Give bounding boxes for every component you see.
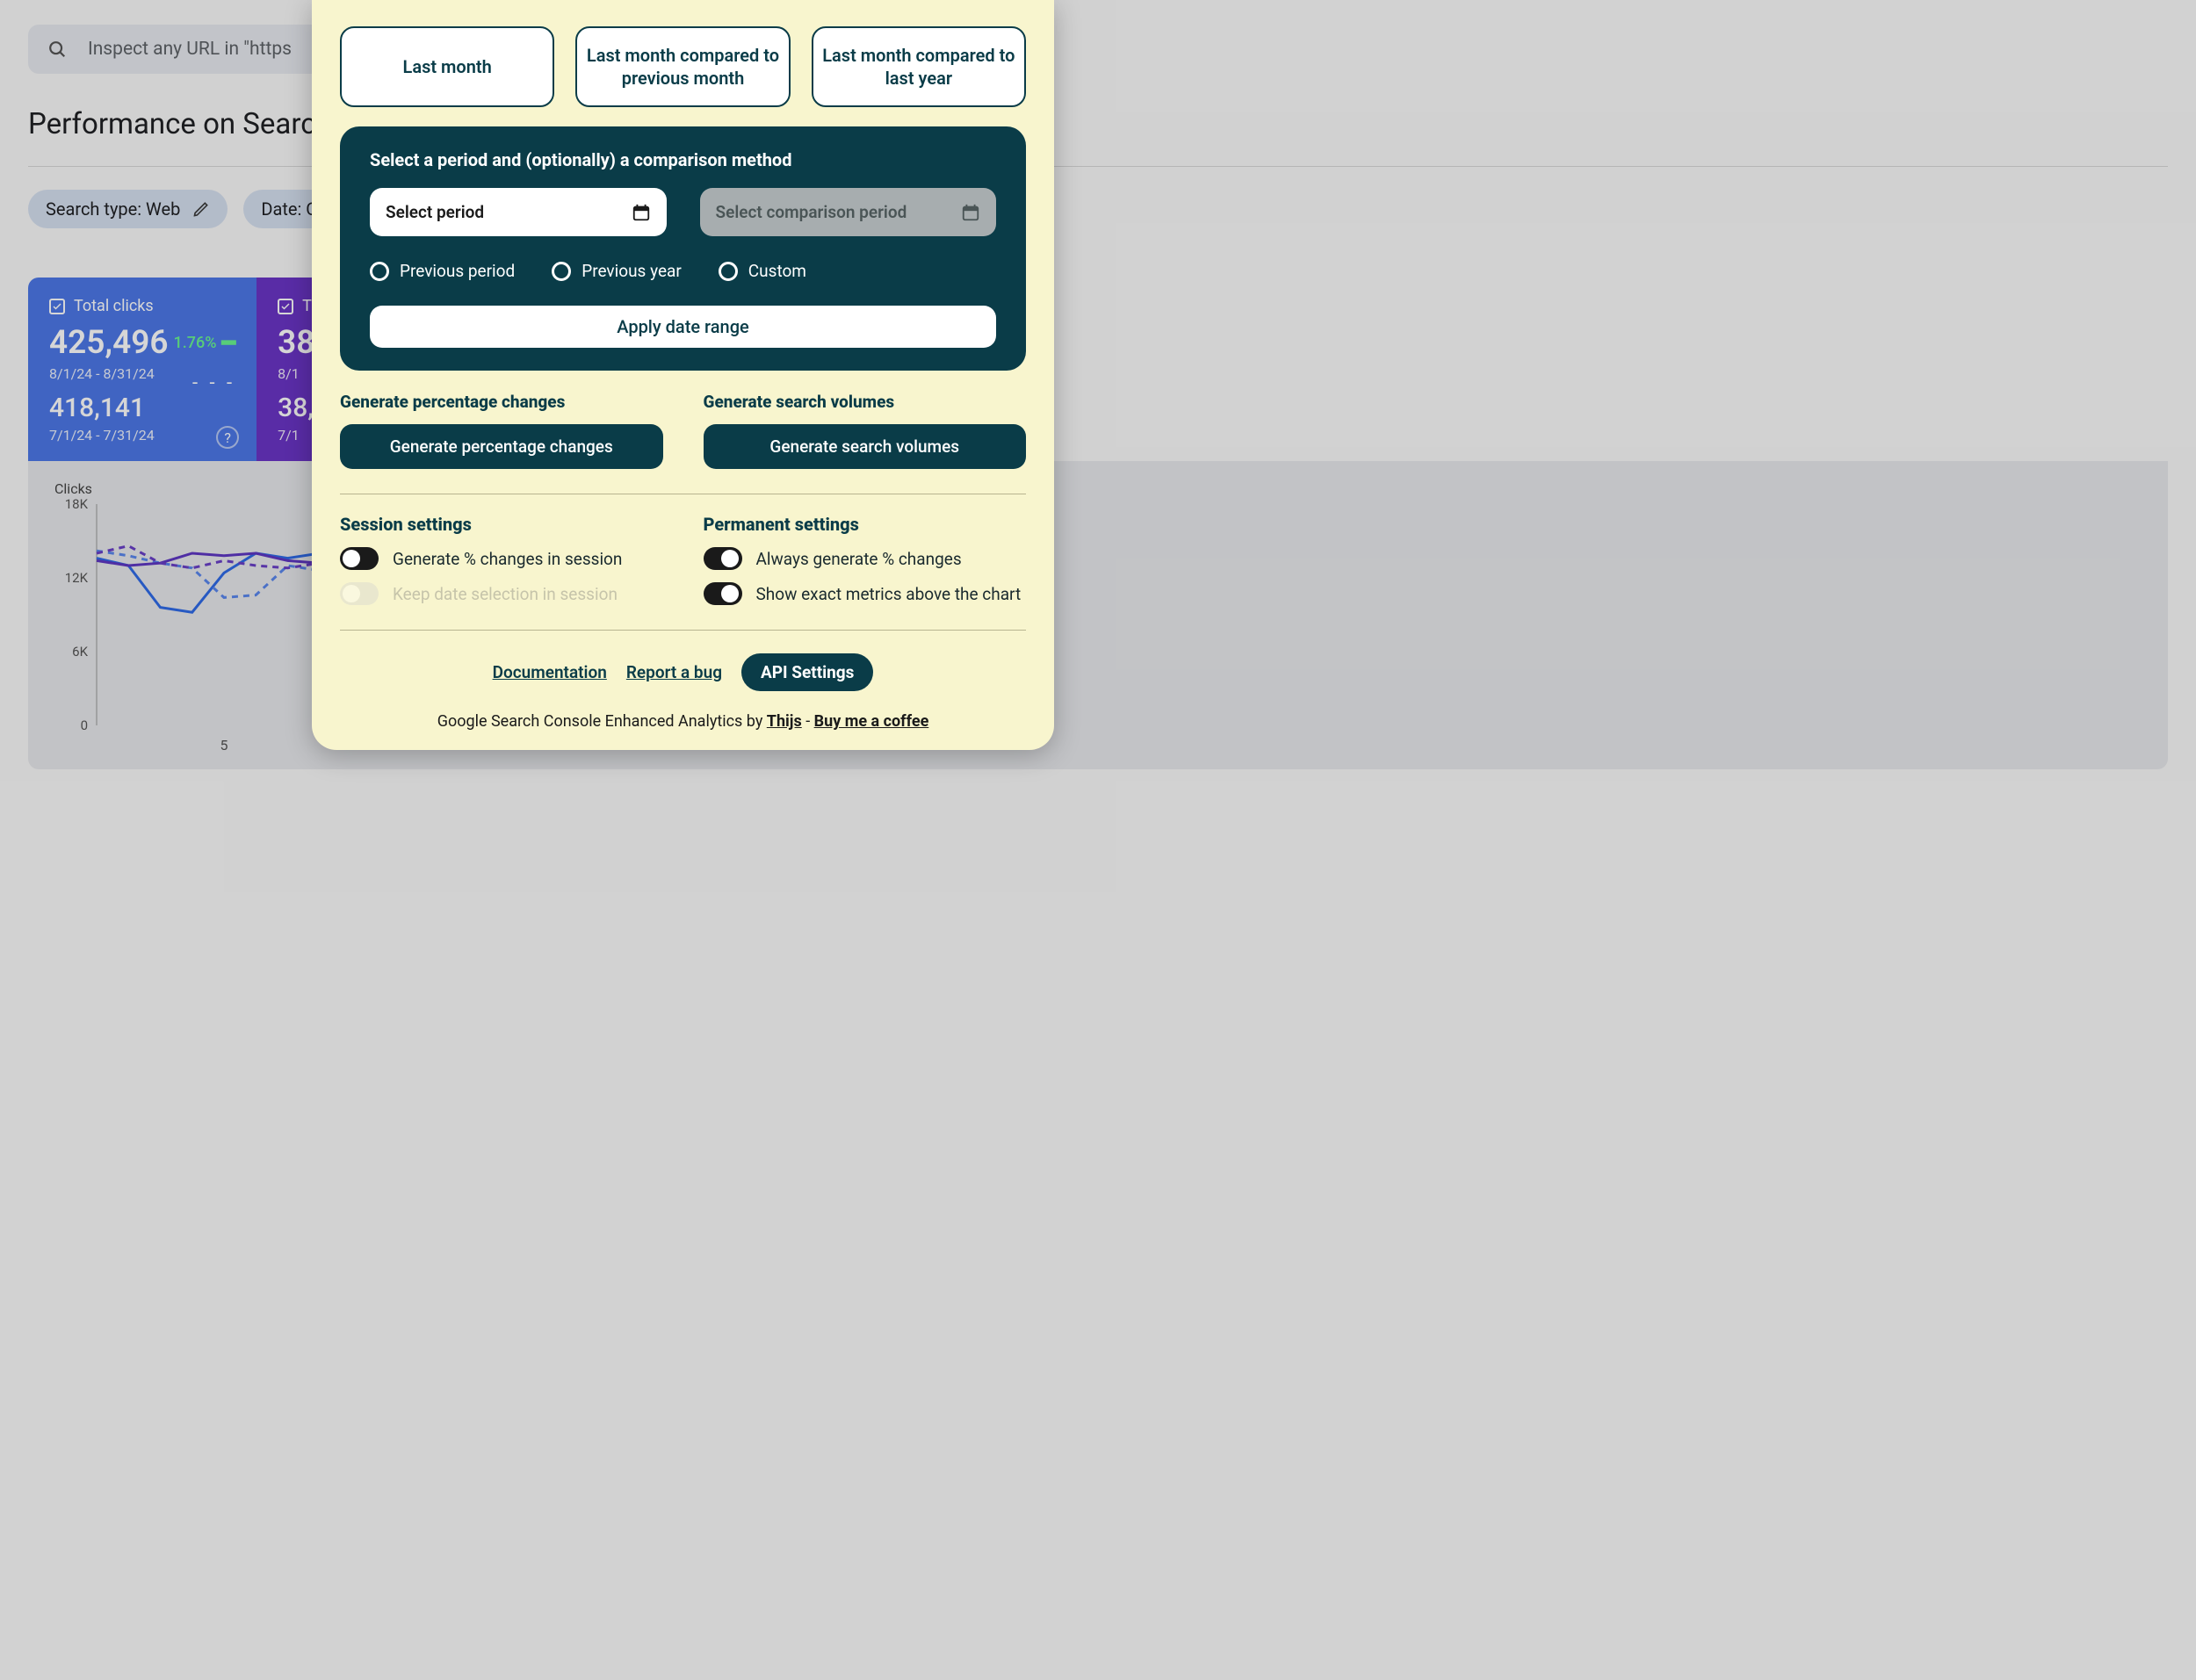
period-picker[interactable]: Select period: [370, 188, 667, 236]
line-chart: 0 6K 12K 18K 5: [54, 497, 353, 761]
radio-prev-year[interactable]: Previous year: [552, 261, 682, 281]
metric-value-b: 418,141: [49, 393, 235, 423]
checkbox-impr[interactable]: [278, 299, 293, 314]
search-icon: [47, 40, 67, 59]
credit-line: Google Search Console Enhanced Analytics…: [340, 712, 1026, 731]
svg-text:6K: 6K: [72, 644, 88, 660]
toggle-keep-date[interactable]: [340, 582, 379, 605]
apply-date-range-button[interactable]: Apply date range: [370, 306, 996, 348]
dash-indicator: - - -: [192, 372, 235, 394]
svg-text:0: 0: [81, 717, 88, 733]
radio-icon: [552, 262, 571, 281]
metric-value-a: 425,496: [49, 324, 169, 362]
documentation-link[interactable]: Documentation: [493, 662, 607, 682]
metric-pct: 1.76%: [174, 334, 217, 352]
svg-text:18K: 18K: [65, 497, 89, 512]
gen-vol-heading: Generate search volumes: [704, 392, 1027, 412]
metric-range-b: 7/1/24 - 7/31/24: [49, 427, 235, 443]
calendar-icon: [961, 203, 980, 222]
gen-pct-heading: Generate percentage changes: [340, 392, 663, 412]
radio-icon: [370, 262, 389, 281]
svg-text:5: 5: [220, 737, 228, 753]
url-inspect-text: Inspect any URL in "https: [88, 39, 292, 60]
toggle-keep-date-label: Keep date selection in session: [393, 584, 618, 604]
radio-icon: [719, 262, 738, 281]
enhanced-analytics-panel: Last month Last month compared to previo…: [312, 0, 1054, 750]
toggle-show-exact-label: Show exact metrics above the chart: [756, 584, 1022, 604]
toggle-gen-session[interactable]: [340, 547, 379, 570]
toggle-gen-session-label: Generate % changes in session: [393, 549, 622, 569]
quick-last-month-vs-prev[interactable]: Last month compared to previous month: [575, 26, 790, 107]
svg-text:12K: 12K: [65, 570, 89, 586]
author-link[interactable]: Thijs: [767, 712, 802, 731]
quick-last-month-vs-year[interactable]: Last month compared to last year: [812, 26, 1026, 107]
divider: [340, 630, 1026, 631]
checkbox-clicks[interactable]: [49, 299, 65, 314]
toggle-always-gen[interactable]: [704, 547, 742, 570]
pencil-icon: [192, 200, 210, 218]
date-range-box: Select a period and (optionally) a compa…: [340, 126, 1026, 371]
report-bug-link[interactable]: Report a bug: [626, 662, 722, 682]
radio-prev-period[interactable]: Previous period: [370, 261, 515, 281]
coffee-link[interactable]: Buy me a coffee: [814, 712, 929, 731]
filter-search-type[interactable]: Search type: Web: [28, 190, 228, 228]
calendar-icon: [632, 203, 651, 222]
period-picker-label: Select period: [386, 202, 484, 222]
help-icon[interactable]: ?: [216, 426, 239, 449]
metric-label: Total clicks: [74, 297, 154, 315]
gen-pct-button[interactable]: Generate percentage changes: [340, 424, 663, 469]
radio-custom[interactable]: Custom: [719, 261, 806, 281]
toggle-always-gen-label: Always generate % changes: [756, 549, 962, 569]
quick-last-month[interactable]: Last month: [340, 26, 554, 107]
gen-vol-button[interactable]: Generate search volumes: [704, 424, 1027, 469]
permanent-settings-heading: Permanent settings: [704, 514, 1027, 535]
date-range-heading: Select a period and (optionally) a compa…: [370, 149, 996, 170]
api-settings-button[interactable]: API Settings: [741, 653, 873, 691]
metric-label-partial: T: [302, 297, 312, 315]
metric-card-clicks[interactable]: Total clicks 425,496 1.76% ━ 8/1/24 - 8/…: [28, 278, 256, 461]
toggle-show-exact[interactable]: [704, 582, 742, 605]
compare-picker-label: Select comparison period: [716, 202, 907, 222]
filter-search-type-label: Search type: Web: [46, 198, 180, 220]
compare-period-picker[interactable]: Select comparison period: [700, 188, 997, 236]
session-settings-heading: Session settings: [340, 514, 663, 535]
filter-date-label: Date: C: [261, 198, 317, 220]
trend-indicator: ━: [221, 330, 235, 357]
